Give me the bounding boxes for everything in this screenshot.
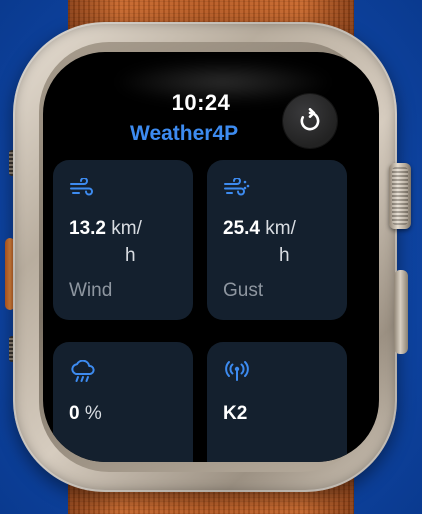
rain-cloud-icon xyxy=(71,360,95,382)
precipitation-value: 0 % xyxy=(69,400,187,427)
wind-icon xyxy=(70,178,93,196)
wind-value: 13.2 km/ h xyxy=(69,215,187,269)
station-id: K2 xyxy=(223,403,248,424)
station-value: K2 xyxy=(223,400,341,427)
digital-crown[interactable] xyxy=(389,163,411,229)
watch-screen: 10:24 Weather4P 13.2 km/ h Wind 25.4 km/… xyxy=(43,52,379,462)
precipitation-unit: % xyxy=(84,403,102,424)
gust-unit-suffix: h xyxy=(279,245,290,266)
gust-value: 25.4 km/ h xyxy=(223,215,341,269)
gust-unit: km/ xyxy=(265,218,296,239)
wind-speed: 13.2 xyxy=(69,218,106,239)
station-card[interactable]: K2 xyxy=(207,342,347,462)
wind-card[interactable]: 13.2 km/ h Wind xyxy=(53,160,193,320)
gust-label: Gust xyxy=(223,280,264,301)
precipitation-card[interactable]: 0 % xyxy=(53,342,193,462)
wind-unit-suffix: h xyxy=(125,245,136,266)
gust-card[interactable]: 25.4 km/ h Gust xyxy=(207,160,347,320)
wind-unit: km/ xyxy=(111,218,142,239)
gust-icon xyxy=(224,178,250,196)
app-title: Weather4P xyxy=(130,122,239,145)
station-antenna-icon xyxy=(225,361,249,381)
precipitation-amount: 0 xyxy=(69,403,80,424)
refresh-icon xyxy=(300,108,320,131)
refresh-button[interactable] xyxy=(283,94,337,148)
side-button[interactable] xyxy=(394,270,408,354)
gust-speed: 25.4 xyxy=(223,218,260,239)
wind-label: Wind xyxy=(69,280,113,301)
